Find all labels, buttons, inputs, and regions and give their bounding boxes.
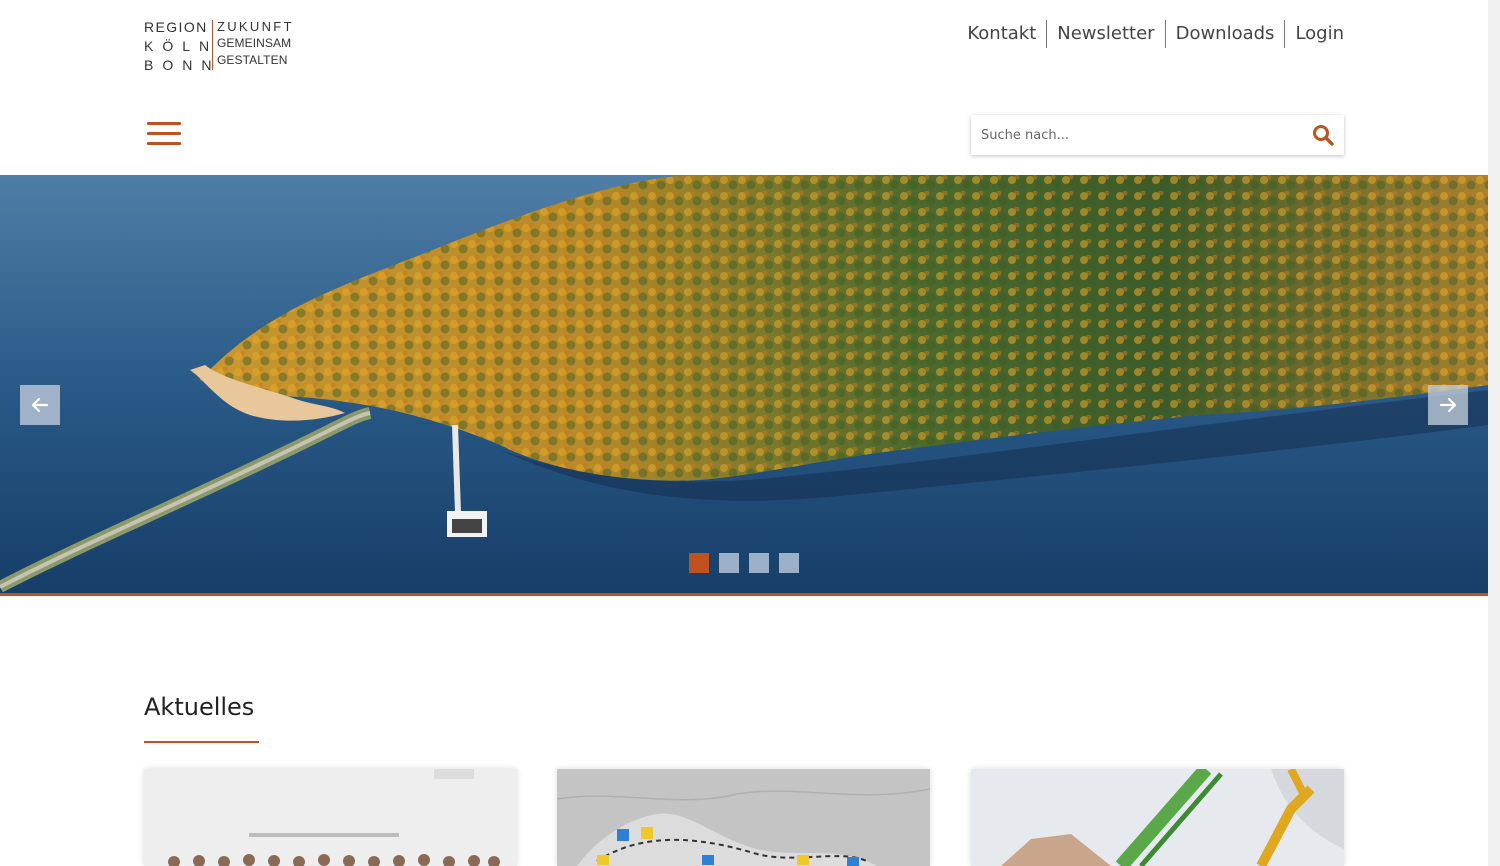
- search-input[interactable]: [971, 115, 1311, 155]
- logo-line-koeln: KÖLN: [144, 38, 219, 54]
- logo-link[interactable]: REGION KÖLN BONN ZUKUNFT GEMEINSAM GESTA…: [144, 18, 294, 75]
- news-card-3[interactable]: [971, 769, 1344, 866]
- slider-dot-2[interactable]: [719, 553, 739, 573]
- logo-line-bonn: BONN: [144, 57, 221, 73]
- slider-dot-1[interactable]: [689, 553, 709, 573]
- nav-link-kontakt[interactable]: Kontakt: [967, 20, 1046, 48]
- hamburger-bar: [147, 142, 181, 145]
- logo-right: ZUKUNFT GEMEINSAM GESTALTEN: [217, 18, 294, 69]
- hamburger-menu-icon[interactable]: [147, 121, 181, 147]
- slider-pagination: [689, 553, 799, 573]
- page: REGION KÖLN BONN ZUKUNFT GEMEINSAM GESTA…: [0, 0, 1488, 866]
- news-card-2[interactable]: [557, 769, 930, 866]
- slider-next-button[interactable]: [1428, 385, 1468, 425]
- arrow-left-icon: [31, 397, 49, 413]
- hero-divider: [0, 593, 1488, 596]
- logo-line-gemeinsam: GEMEINSAM: [217, 36, 292, 50]
- logo-line-region: REGION: [144, 19, 208, 35]
- search-icon[interactable]: [1312, 124, 1334, 146]
- slider-dot-3[interactable]: [749, 553, 769, 573]
- news-card-image: [144, 769, 517, 866]
- search-box: [971, 115, 1344, 155]
- section-title-aktuelles: Aktuelles: [144, 693, 255, 721]
- logo-divider: [212, 20, 213, 70]
- nav-link-downloads[interactable]: Downloads: [1164, 20, 1285, 48]
- slider-dot-4[interactable]: [779, 553, 799, 573]
- top-navigation: Kontakt Newsletter Downloads Login: [967, 20, 1344, 48]
- news-card-1[interactable]: [144, 769, 517, 866]
- slider-prev-button[interactable]: [20, 385, 60, 425]
- nav-link-newsletter[interactable]: Newsletter: [1046, 20, 1164, 48]
- hero-slider: [0, 175, 1488, 593]
- logo-left: REGION KÖLN BONN: [144, 18, 220, 75]
- news-card-image: [971, 769, 1344, 866]
- section-title-underline: [144, 741, 259, 743]
- logo-line-gestalten: GESTALTEN: [217, 53, 288, 67]
- hero-slide-image: [0, 175, 1488, 593]
- hamburger-bar: [147, 122, 181, 125]
- hamburger-bar: [147, 132, 181, 135]
- news-card-image: [557, 769, 930, 866]
- scrollbar[interactable]: [1488, 0, 1500, 866]
- logo-line-zukunft: ZUKUNFT: [217, 19, 294, 34]
- nav-link-login[interactable]: Login: [1284, 20, 1344, 48]
- arrow-right-icon: [1439, 397, 1457, 413]
